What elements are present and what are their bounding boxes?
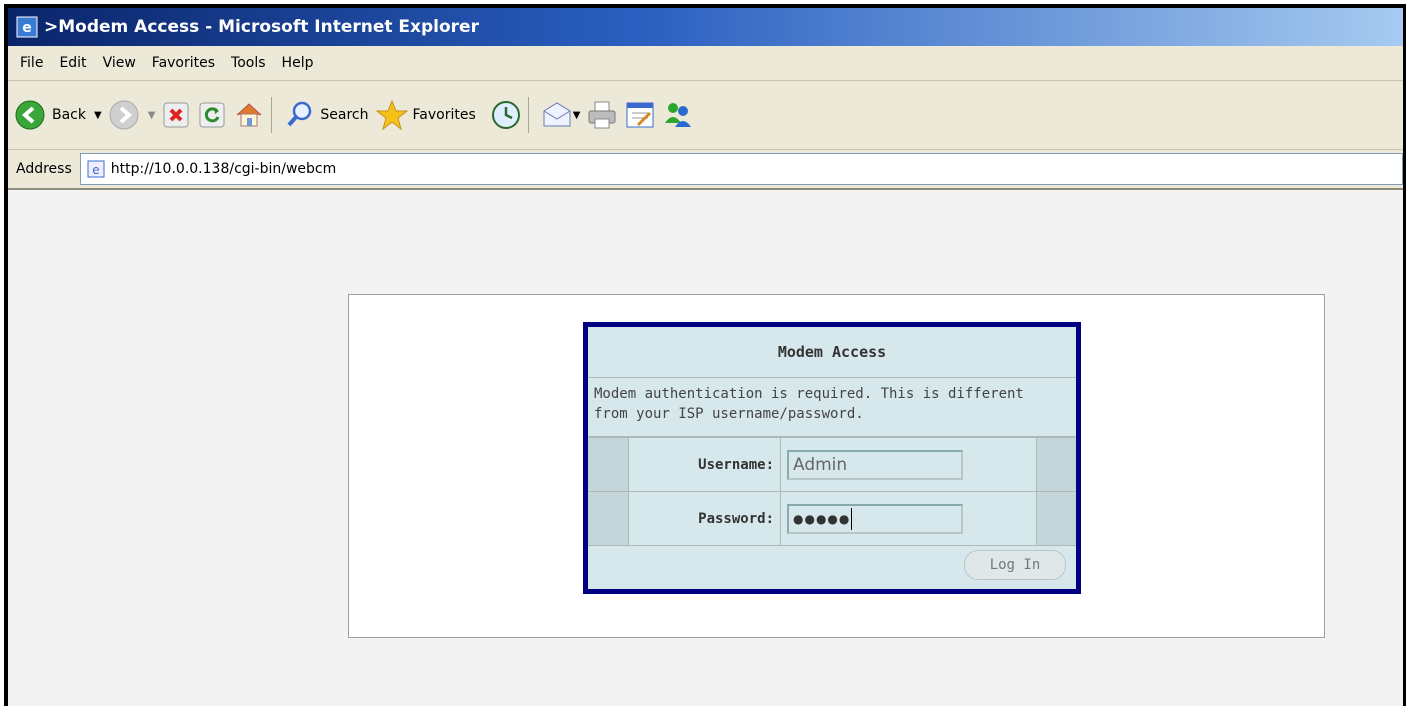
search-button[interactable]: Search: [284, 99, 369, 131]
dialog-footer: Log In: [588, 546, 1076, 582]
favorites-label: Favorites: [412, 107, 476, 123]
username-label: Username:: [629, 438, 781, 491]
stop-icon: [163, 102, 189, 128]
menu-bar: File Edit View Favorites Tools Help: [8, 46, 1403, 81]
back-arrow-icon: [15, 100, 45, 130]
dialog-message-line1: Modem authentication is required. This i…: [594, 386, 1024, 402]
messenger-icon: [665, 103, 692, 127]
toolbar: Back ▼ ▼ Search Favorites ▼: [8, 81, 1403, 150]
mail-button[interactable]: ▼: [541, 99, 581, 131]
dialog-title: Modem Access: [588, 327, 1076, 378]
back-label: Back: [52, 107, 86, 123]
refresh-icon: [199, 102, 225, 128]
password-cell: ●●●●●: [781, 492, 1037, 545]
browser-window: e >Modem Access - Microsoft Internet Exp…: [4, 4, 1406, 706]
row-spacer: [588, 492, 629, 545]
mail-icon: [543, 102, 571, 127]
password-field[interactable]: ●●●●●: [787, 503, 963, 534]
row-spacer: [1037, 438, 1076, 491]
mail-dropdown-icon[interactable]: ▼: [573, 110, 581, 121]
password-row: Password: ●●●●●: [588, 492, 1076, 546]
username-row: Username: Admin: [588, 438, 1076, 492]
row-spacer: [1037, 492, 1076, 545]
login-button[interactable]: Log In: [964, 550, 1066, 580]
menu-tools[interactable]: Tools: [231, 55, 266, 71]
print-button[interactable]: [586, 99, 618, 131]
menu-help[interactable]: Help: [282, 55, 314, 71]
address-bar: Address e http://10.0.0.138/cgi-bin/webc…: [8, 150, 1403, 190]
print-icon: [588, 101, 616, 129]
svg-text:e: e: [92, 163, 99, 177]
favorites-button[interactable]: Favorites: [375, 98, 476, 132]
back-button[interactable]: Back ▼: [14, 99, 102, 131]
address-label: Address: [16, 161, 72, 177]
login-dialog: Modem Access Modem authentication is req…: [583, 322, 1081, 594]
password-label: Password:: [629, 492, 781, 545]
search-icon: [287, 101, 312, 127]
edit-button[interactable]: [624, 99, 656, 131]
history-button[interactable]: [490, 99, 522, 131]
text-caret: [851, 507, 853, 530]
refresh-button[interactable]: [197, 100, 227, 130]
forward-dropdown-icon[interactable]: ▼: [148, 110, 156, 121]
menu-favorites[interactable]: Favorites: [152, 55, 215, 71]
menu-edit[interactable]: Edit: [59, 55, 86, 71]
password-value: ●●●●●: [793, 511, 851, 526]
address-input[interactable]: e http://10.0.0.138/cgi-bin/webcm: [79, 153, 1403, 185]
page-icon: e: [87, 160, 105, 178]
forward-button[interactable]: ▼: [108, 99, 156, 131]
back-dropdown-icon[interactable]: ▼: [94, 110, 102, 121]
messenger-button[interactable]: [662, 99, 694, 131]
username-cell: Admin: [781, 438, 1037, 491]
menu-view[interactable]: View: [103, 55, 136, 71]
svg-text:e: e: [22, 20, 32, 36]
toolbar-separator: [527, 97, 529, 133]
history-icon: [491, 101, 520, 129]
star-icon: [375, 99, 408, 131]
forward-arrow-icon: [109, 100, 139, 130]
address-url: http://10.0.0.138/cgi-bin/webcm: [110, 161, 337, 177]
toolbar-separator: [271, 97, 273, 133]
dialog-message: Modem authentication is required. This i…: [588, 378, 1076, 438]
home-icon: [237, 103, 262, 127]
username-field[interactable]: Admin: [787, 449, 963, 480]
home-button[interactable]: [233, 99, 265, 131]
stop-button[interactable]: [161, 100, 191, 130]
dialog-message-line2: from your ISP username/password.: [594, 406, 864, 422]
ie-icon: e: [16, 16, 38, 38]
window-title: >Modem Access - Microsoft Internet Explo…: [44, 17, 479, 37]
row-spacer: [588, 438, 629, 491]
search-label: Search: [320, 107, 369, 123]
menu-file[interactable]: File: [20, 55, 43, 71]
page-content: Modem Access Modem authentication is req…: [8, 190, 1403, 706]
edit-page-icon: [626, 102, 654, 128]
title-bar: e >Modem Access - Microsoft Internet Exp…: [8, 8, 1403, 46]
